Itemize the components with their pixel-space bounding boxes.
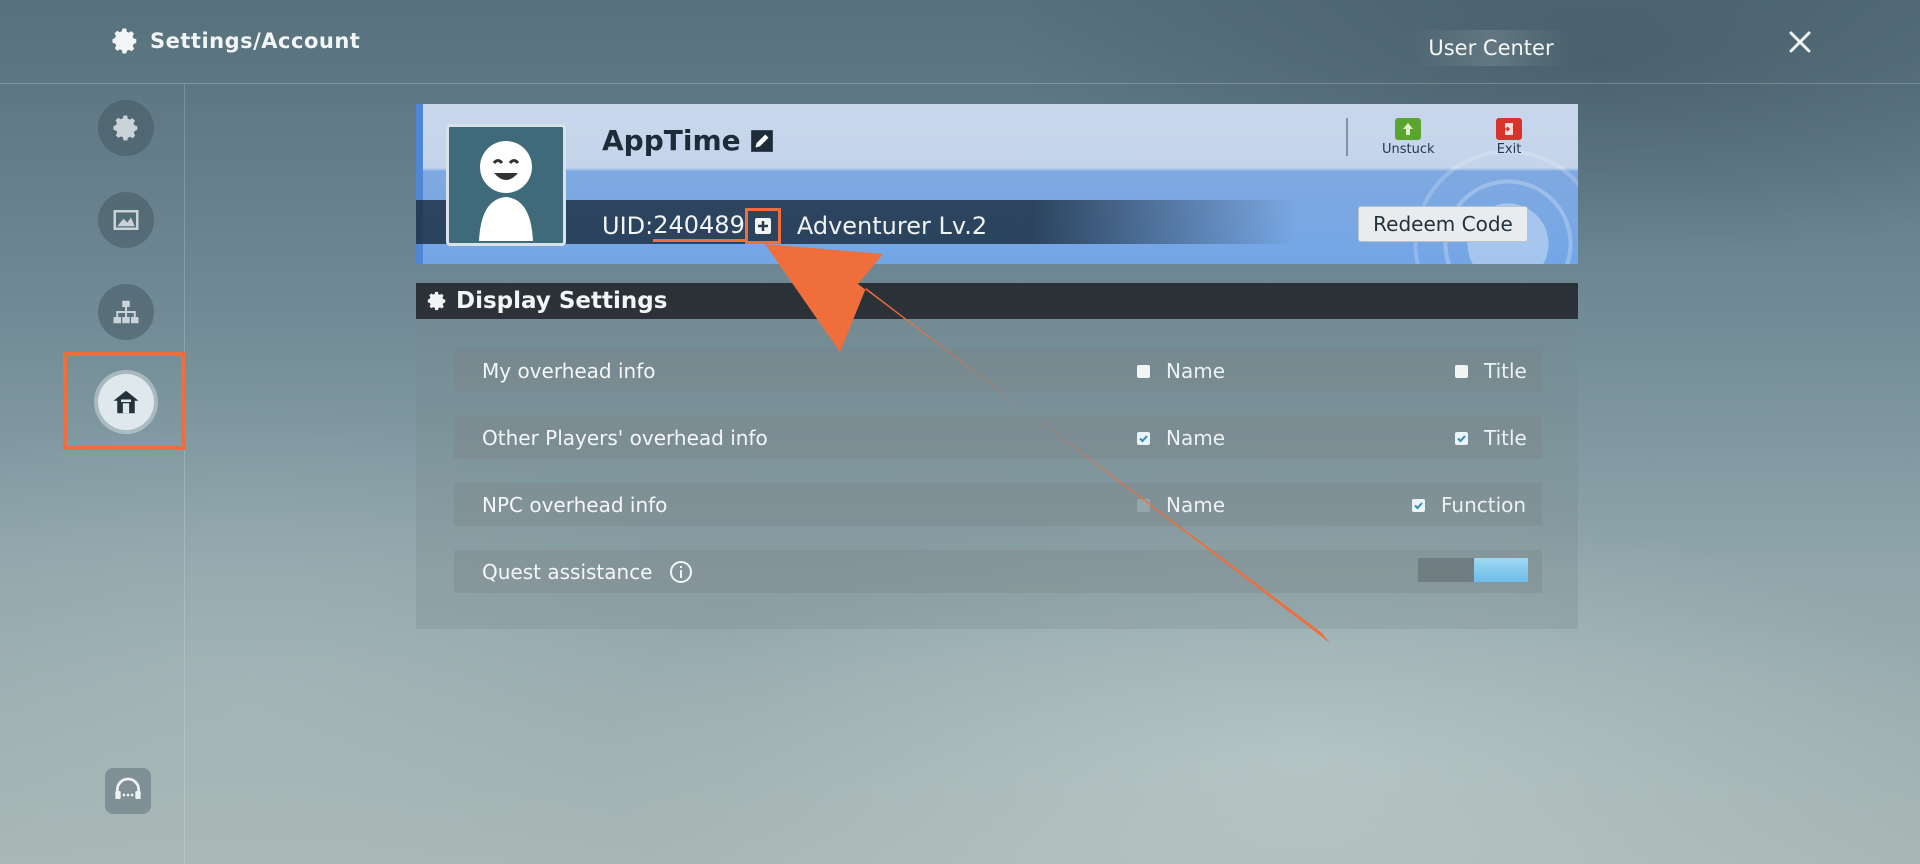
sidebar-item-network[interactable] xyxy=(98,284,154,340)
gear-icon xyxy=(427,291,446,311)
setting-row-my-overhead: My overhead info xyxy=(454,349,1542,392)
display-settings-header: Display Settings xyxy=(416,283,1578,319)
checkbox-unchecked[interactable] xyxy=(1137,364,1150,378)
action-divider xyxy=(1346,118,1348,156)
uid-label: UID: xyxy=(602,212,654,240)
sidebar-item-settings[interactable] xyxy=(98,100,154,156)
username-text: AppTime xyxy=(602,124,741,157)
option-label: Title xyxy=(1484,426,1527,450)
image-icon xyxy=(113,210,139,230)
checkbox-unchecked[interactable] xyxy=(1137,498,1150,512)
unstuck-label: Unstuck xyxy=(1382,142,1435,157)
page-title-text: Settings/Account xyxy=(150,29,361,53)
npc-function-option[interactable]: Function xyxy=(1412,493,1526,517)
sidebar-item-graphics[interactable] xyxy=(98,192,154,248)
exit-door-icon xyxy=(1496,118,1522,140)
other-players-title-option[interactable]: Title xyxy=(1455,426,1527,450)
setting-label: Other Players' overhead info xyxy=(482,425,768,450)
checkmark-icon xyxy=(1414,501,1423,509)
header-divider xyxy=(0,83,1920,84)
close-icon xyxy=(1789,31,1811,53)
quest-assistance-toggle[interactable] xyxy=(1418,558,1528,582)
adventurer-rank: Adventurer Lv.2 xyxy=(796,212,988,240)
sidebar-divider xyxy=(184,84,185,864)
info-icon[interactable] xyxy=(669,560,693,584)
redeem-code-button[interactable]: Redeem Code xyxy=(1358,206,1528,242)
my-overhead-title-option[interactable]: Title xyxy=(1455,359,1527,383)
username: AppTime xyxy=(602,124,775,157)
edit-icon[interactable] xyxy=(749,128,775,154)
other-players-name-option[interactable]: Name xyxy=(1137,426,1225,450)
option-label: Name xyxy=(1166,493,1226,517)
setting-label: NPC overhead info xyxy=(482,492,668,517)
smiley-avatar-icon xyxy=(479,141,533,241)
hierarchy-icon xyxy=(113,300,139,324)
setting-label: Quest assistance xyxy=(482,559,653,584)
gear-icon xyxy=(112,28,137,54)
copy-uid-button[interactable] xyxy=(744,208,781,244)
close-button[interactable] xyxy=(1784,26,1816,58)
support-button[interactable] xyxy=(105,768,151,814)
exit-button[interactable]: Exit xyxy=(1496,118,1522,157)
checkmark-icon xyxy=(1457,434,1466,442)
toggle-knob xyxy=(1474,558,1528,582)
display-settings-title: Display Settings xyxy=(456,288,668,314)
option-label: Name xyxy=(1166,359,1226,383)
setting-row-npc-overhead: NPC overhead info xyxy=(454,483,1542,526)
option-label: Name xyxy=(1166,426,1226,450)
setting-label-wrap: Quest assistance xyxy=(482,560,693,584)
option-label: Title xyxy=(1484,359,1527,383)
my-overhead-name-option[interactable]: Name xyxy=(1137,359,1225,383)
unstuck-icon xyxy=(1395,118,1422,140)
gear-icon xyxy=(113,115,138,141)
setting-row-other-players-overhead: Other Players' overhead info xyxy=(454,416,1542,459)
setting-label: My overhead info xyxy=(482,358,656,383)
avatar[interactable] xyxy=(446,124,566,246)
unstuck-button[interactable]: Unstuck xyxy=(1382,118,1435,157)
checkbox-checked[interactable] xyxy=(1455,431,1468,445)
annotation-highlight-sidebar xyxy=(63,352,185,450)
uid-value: 240489 xyxy=(653,211,745,242)
copy-icon xyxy=(754,218,771,234)
user-center-tab[interactable]: User Center xyxy=(1411,30,1571,66)
checkbox-checked[interactable] xyxy=(1137,431,1150,445)
uid-line: UID: 240489 Adventurer Lv.2 xyxy=(602,208,987,244)
profile-card: AppTime UID: 240489 Adventurer Lv.2 Unst… xyxy=(416,104,1578,264)
checkbox-unchecked[interactable] xyxy=(1455,364,1468,378)
checkbox-checked[interactable] xyxy=(1412,498,1425,512)
exit-label: Exit xyxy=(1496,142,1522,157)
checkmark-icon xyxy=(1139,434,1148,442)
npc-name-option[interactable]: Name xyxy=(1137,493,1225,517)
page-title: Settings/Account xyxy=(110,26,360,56)
option-label: Function xyxy=(1441,493,1527,517)
headset-icon xyxy=(115,777,141,799)
setting-row-quest-assistance: Quest assistance xyxy=(454,550,1542,593)
